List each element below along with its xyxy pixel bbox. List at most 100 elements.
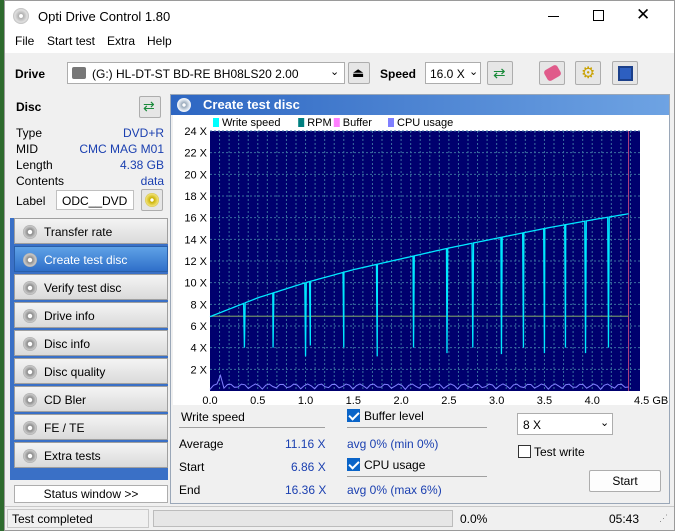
disc-type-key: Type xyxy=(16,126,43,140)
disc-icon xyxy=(23,421,37,435)
maximize-icon[interactable] xyxy=(593,10,604,21)
disc-label-key: Label xyxy=(16,194,46,208)
start-label: Start xyxy=(179,460,205,474)
nav-disc-info[interactable]: Disc info xyxy=(14,330,168,356)
disc-label-button[interactable] xyxy=(141,189,163,211)
eject-button[interactable]: ⏏ xyxy=(348,62,370,84)
average-value: 11.16 X xyxy=(285,437,326,451)
x-tick-label: 2.5 xyxy=(441,395,456,405)
start-button[interactable]: Start xyxy=(589,470,661,492)
resize-grip-icon: ⋰ xyxy=(659,513,668,523)
nav-label: Disc info xyxy=(44,337,91,351)
nav-fe-te[interactable]: FE / TE xyxy=(14,414,168,440)
title-bar: Opti Drive Control 1.80 ✕ xyxy=(5,1,674,31)
nav-transfer-rate[interactable]: Transfer rate xyxy=(14,218,168,244)
disc-refresh-button[interactable]: ⇄ xyxy=(139,96,161,118)
refresh-button[interactable]: ⇄ xyxy=(487,61,513,85)
disc-length-value: 4.38 GB xyxy=(119,158,164,172)
test-write-checkbox[interactable] xyxy=(518,445,531,458)
app-window: Opti Drive Control 1.80 ✕ File Start tes… xyxy=(4,0,675,531)
disc-icon xyxy=(23,225,37,239)
write-speed-select[interactable]: 8 X ⌄ xyxy=(517,413,613,435)
legend-label: CPU usage xyxy=(397,117,453,129)
drive-label: Drive xyxy=(15,67,46,81)
progress-bar xyxy=(153,510,453,527)
settings-button[interactable]: ⚙ xyxy=(575,61,601,85)
menu-start-test[interactable]: Start test xyxy=(47,34,95,48)
menu-extra[interactable]: Extra xyxy=(107,34,135,48)
drive-select[interactable]: (G:) HL-DT-ST BD-RE BH08LS20 2.00 ⌄ xyxy=(67,62,345,84)
panel-header: Create test disc xyxy=(171,95,669,115)
nav-verify-test-disc[interactable]: Verify test disc xyxy=(14,274,168,300)
legend-label: RPM xyxy=(307,117,331,129)
save-button[interactable] xyxy=(612,61,638,85)
disc-icon xyxy=(145,193,159,207)
buffer-level-checkbox[interactable] xyxy=(347,409,360,422)
legend: Write speed RPM Buffer CPU usage xyxy=(213,117,453,129)
y-tick-label: 8 X xyxy=(190,299,207,311)
write-speed-select-value: 8 X xyxy=(523,418,542,432)
create-test-disc-panel: Create test disc 2 X 4 X 6 X 8 X 10 X 12 X 14 … xyxy=(170,94,670,504)
legend-swatch xyxy=(213,118,219,127)
cpu-usage-checkbox[interactable] xyxy=(347,458,360,471)
erase-button[interactable] xyxy=(539,61,565,85)
cpu-usage-stat: avg 0% (max 6%) xyxy=(347,483,442,497)
drive-icon xyxy=(72,67,86,79)
chevron-down-icon: ⌄ xyxy=(469,66,479,78)
menu-file[interactable]: File xyxy=(15,34,34,48)
chevron-down-icon: ⌄ xyxy=(600,417,610,429)
minimize-icon[interactable] xyxy=(548,16,559,17)
x-tick-label: 4.5 GB xyxy=(634,395,668,405)
x-tick-label: 3.0 xyxy=(489,395,504,405)
toolbar: Drive (G:) HL-DT-ST BD-RE BH08LS20 2.00 … xyxy=(5,56,674,90)
write-speed-header: Write speed xyxy=(181,410,245,424)
disc-icon xyxy=(23,281,37,295)
nav-create-test-disc[interactable]: Create test disc xyxy=(14,246,168,272)
legend-swatch xyxy=(298,118,305,127)
y-tick-label: 6 X xyxy=(190,321,207,333)
y-tick-label: 12 X xyxy=(184,256,207,268)
x-tick-label: 1.5 xyxy=(346,395,361,405)
nav-cd-bler[interactable]: CD Bler xyxy=(14,386,168,412)
disc-icon xyxy=(23,449,37,463)
y-tick-label: 14 X xyxy=(184,234,207,246)
chevron-down-icon: ⌄ xyxy=(330,66,340,78)
nav-label: Transfer rate xyxy=(44,225,113,239)
nav-label: Disc quality xyxy=(44,365,106,379)
x-tick-label: 1.0 xyxy=(298,395,313,405)
nav-drive-info[interactable]: Drive info xyxy=(14,302,168,328)
window-title: Opti Drive Control 1.80 xyxy=(38,9,171,24)
speed-value: 16.0 X xyxy=(430,67,465,81)
nav-disc-quality[interactable]: Disc quality xyxy=(14,358,168,384)
disc-contents-key: Contents xyxy=(16,174,65,188)
y-tick-label: 20 X xyxy=(184,169,207,181)
menu-bar: File Start test Extra Help xyxy=(5,31,674,53)
nav-label: Drive info xyxy=(44,309,95,323)
eject-icon: ⏏ xyxy=(352,65,365,80)
legend-swatch xyxy=(333,118,340,127)
end-label: End xyxy=(179,483,201,497)
divider xyxy=(179,427,325,428)
status-window-button[interactable]: Status window >> xyxy=(14,485,168,503)
divider xyxy=(347,427,487,428)
disc-icon xyxy=(177,98,191,112)
disc-icon xyxy=(23,253,37,267)
disc-header: Disc xyxy=(16,100,42,114)
nav-extra-tests[interactable]: Extra tests xyxy=(14,442,168,468)
disc-info-box: Disc ⇄ Type DVD+R MID CMC MAG M01 Length… xyxy=(10,94,168,216)
status-text-cell: Test completed xyxy=(7,509,149,528)
close-icon[interactable]: ✕ xyxy=(636,5,650,25)
menu-help[interactable]: Help xyxy=(147,34,172,48)
results-area: Write speed Average 11.16 X Start 6.86 X… xyxy=(171,405,669,503)
nav-label: Extra tests xyxy=(44,449,101,463)
disc-icon xyxy=(23,365,37,379)
buffer-level-label: Buffer level xyxy=(364,409,424,423)
y-tick-label: 22 X xyxy=(184,148,207,160)
start-value: 6.86 X xyxy=(291,460,326,474)
legend-label: Write speed xyxy=(222,117,281,129)
y-tick-label: 4 X xyxy=(190,343,207,355)
disc-label-field[interactable]: ODC__DVD xyxy=(56,190,134,210)
floppy-icon xyxy=(618,66,633,81)
disc-contents-value: data xyxy=(140,174,164,188)
speed-select[interactable]: 16.0 X ⌄ xyxy=(425,62,481,84)
